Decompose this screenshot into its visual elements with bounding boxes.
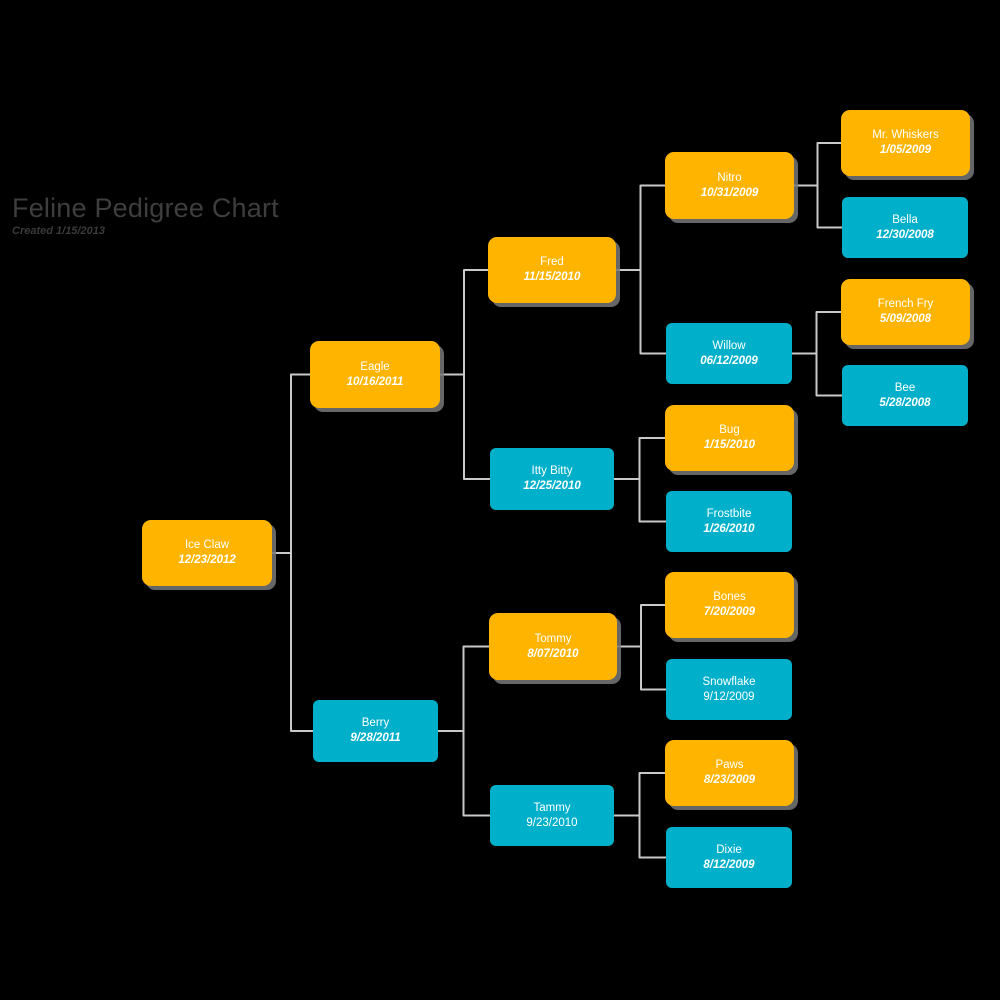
node-date: 1/26/2010 xyxy=(703,522,755,535)
pedigree-node-bug[interactable]: Bug 1/15/2010 xyxy=(665,405,794,471)
node-name: Bee xyxy=(894,381,916,394)
pedigree-node-eagle[interactable]: Eagle 10/16/2011 xyxy=(310,341,440,408)
node-name: Bella xyxy=(892,213,918,226)
connector-tommy-to-bones xyxy=(616,604,666,648)
node-date: 9/28/2011 xyxy=(350,732,401,744)
pedigree-node-frostbite[interactable]: Frostbite 1/26/2010 xyxy=(666,491,792,552)
node-date: 12/30/2008 xyxy=(876,228,934,241)
pedigree-node-paws[interactable]: Paws 8/23/2009 xyxy=(665,740,794,806)
node-name: Bones xyxy=(713,591,746,603)
pedigree-node-bee[interactable]: Bee 5/28/2008 xyxy=(842,365,968,426)
node-name: Eagle xyxy=(360,360,390,373)
node-name: Snowflake xyxy=(702,675,756,688)
pedigree-node-snowflake[interactable]: Snowflake 9/12/2009 xyxy=(666,659,792,720)
node-name: French Fry xyxy=(877,298,934,310)
node-date: 06/12/2009 xyxy=(700,354,758,367)
pedigree-node-berry[interactable]: Berry 9/28/2011 xyxy=(313,700,438,762)
node-date: 5/28/2008 xyxy=(879,396,931,409)
node-date: 12/25/2010 xyxy=(523,480,581,492)
connector-berry-to-tammy xyxy=(437,730,491,817)
node-name: Fred xyxy=(540,256,564,268)
node-date: 10/31/2009 xyxy=(700,186,759,199)
connector-tommy-to-snowflake xyxy=(616,645,667,691)
pedigree-node-bella[interactable]: Bella 12/30/2008 xyxy=(842,197,968,258)
connector-ice-claw-to-eagle xyxy=(271,373,311,554)
node-name: Dixie xyxy=(716,843,742,856)
node-name: Ice Claw xyxy=(184,539,230,551)
node-name: Bug xyxy=(719,424,740,436)
pedigree-node-nitro[interactable]: Nitro 10/31/2009 xyxy=(665,152,794,219)
node-name: Tammy xyxy=(533,801,571,814)
connector-nitro-to-mr-whiskers xyxy=(793,142,842,187)
node-date: 1/05/2009 xyxy=(879,144,932,156)
node-date: 7/20/2009 xyxy=(703,606,756,618)
node-date: 1/15/2010 xyxy=(703,439,756,451)
pedigree-node-tommy[interactable]: Tommy 8/07/2010 xyxy=(489,613,617,680)
node-name: Berry xyxy=(361,717,390,729)
node-date: 8/07/2010 xyxy=(527,647,579,660)
node-date: 8/12/2009 xyxy=(703,858,755,871)
node-name: Itty Bitty xyxy=(531,465,573,477)
pedigree-node-itty-bitty[interactable]: Itty Bitty 12/25/2010 xyxy=(490,448,614,510)
connector-nitro-to-bella xyxy=(793,184,843,229)
connector-willow-to-bee xyxy=(791,352,843,397)
connector-itty-bitty-to-bug xyxy=(613,437,666,480)
pedigree-node-ice-claw[interactable]: Ice Claw 12/23/2012 xyxy=(142,520,272,586)
node-name: Willow xyxy=(712,339,746,352)
connector-eagle-to-itty-bitty xyxy=(439,373,491,480)
node-date: 9/12/2009 xyxy=(703,690,755,703)
connector-itty-bitty-to-frostbite xyxy=(613,478,667,523)
node-name: Tommy xyxy=(534,632,572,645)
connector-fred-to-nitro xyxy=(615,184,666,271)
connector-berry-to-tommy xyxy=(437,645,490,732)
node-date: 12/23/2012 xyxy=(178,554,236,566)
connector-fred-to-willow xyxy=(615,269,667,355)
pedigree-node-french-fry[interactable]: French Fry 5/09/2008 xyxy=(841,279,970,345)
connector-tammy-to-paws xyxy=(613,772,666,817)
node-date: 11/15/2010 xyxy=(523,271,581,283)
pedigree-node-tammy[interactable]: Tammy 9/23/2010 xyxy=(490,785,614,846)
connector-ice-claw-to-berry xyxy=(271,552,314,732)
connector-eagle-to-fred xyxy=(439,269,489,376)
pedigree-chart-canvas: Feline Pedigree Chart Created 1/15/2013 … xyxy=(0,0,1000,1000)
node-date: 10/16/2011 xyxy=(346,375,404,388)
node-date: 8/23/2009 xyxy=(703,774,756,786)
connector-willow-to-french-fry xyxy=(791,311,842,355)
pedigree-node-dixie[interactable]: Dixie 8/12/2009 xyxy=(666,827,792,888)
node-name: Mr. Whiskers xyxy=(872,129,939,141)
node-name: Frostbite xyxy=(706,507,752,520)
connector-tammy-to-dixie xyxy=(613,814,667,859)
pedigree-node-willow[interactable]: Willow 06/12/2009 xyxy=(666,323,792,384)
node-date: 5/09/2008 xyxy=(879,313,932,325)
node-name: Nitro xyxy=(717,171,742,184)
node-name: Paws xyxy=(715,759,744,771)
node-date: 9/23/2010 xyxy=(526,816,578,829)
pedigree-node-bones[interactable]: Bones 7/20/2009 xyxy=(665,572,794,638)
pedigree-node-fred[interactable]: Fred 11/15/2010 xyxy=(488,237,616,303)
pedigree-node-mr-whiskers[interactable]: Mr. Whiskers 1/05/2009 xyxy=(841,110,970,176)
